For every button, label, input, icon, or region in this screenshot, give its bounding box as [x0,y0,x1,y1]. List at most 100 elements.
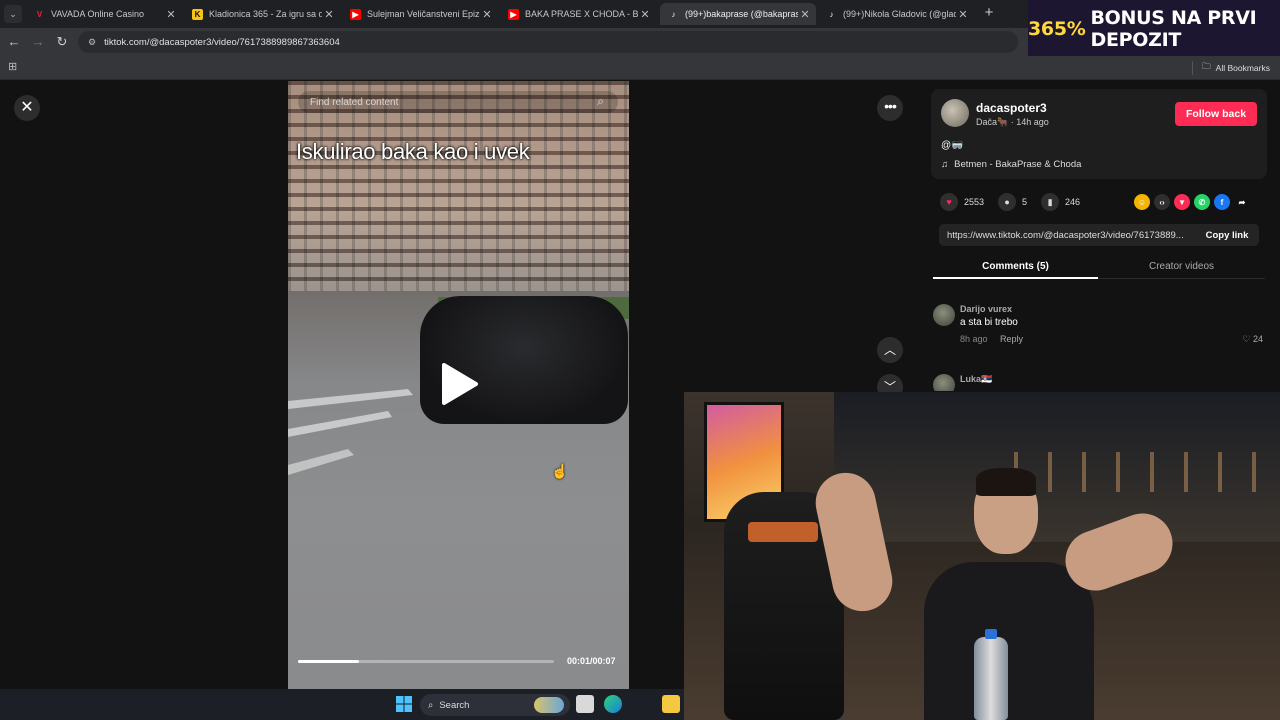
panel-tabs: Comments (5) Creator videos [933,257,1265,279]
search-icon[interactable]: ⌕ [597,94,604,109]
reply-button[interactable]: Reply [1000,334,1023,344]
bookmarks-divider [1192,61,1193,75]
taskbar-search[interactable]: ⌕ Search [420,694,570,716]
back-arrow-icon[interactable]: ← [5,33,23,51]
embed-code-icon[interactable]: ‹› [1154,194,1170,210]
bookmark-icon: ▮ [1041,193,1060,211]
apps-grid-icon[interactable]: ⊞ [8,61,20,73]
avatar[interactable] [933,304,955,326]
browser-tab-bakaprase-tiktok[interactable]: ♪ (99+)bakaprase (@bakaprase) | ✕ [660,3,816,25]
windows-taskbar: ⌕ Search [0,689,684,720]
all-bookmarks-label: All Bookmarks [1215,63,1270,73]
search-icon: ⌕ [428,699,434,711]
streamer-webcam-overlay [684,392,1280,720]
taskbar-search-label: Search [439,699,470,711]
author-username[interactable]: dacaspoter3 [976,101,1047,115]
youtube-icon: ▶ [508,8,519,20]
avatar[interactable] [941,99,969,127]
reload-icon[interactable]: ↻ [53,33,71,51]
close-tab-icon[interactable]: ✕ [956,8,970,21]
send-icon[interactable]: ▼ [1174,194,1190,210]
site-info-icon[interactable]: ⚙ [88,37,96,48]
video-link-box: https://www.tiktok.com/@dacaspoter3/vide… [939,224,1259,246]
tab-title: VAVADA Online Casino [51,9,145,19]
video-caption-overlay: Iskulirao baka kao i uvek [296,139,530,164]
comment-like-button[interactable]: ♡ 24 [1242,334,1263,345]
video-player[interactable]: Find related content ⌕ Iskulirao baka ka… [288,81,629,689]
comment-author[interactable]: Luka🇷🇸 [960,374,992,385]
share-options: ☺ ‹› ▼ ✆ f ➦ [1134,194,1250,210]
music-title: Betmen - BakaPrase & Choda [954,159,1082,170]
description-card: dacaspoter3 Dača🐂 · 14h ago Follow back … [931,89,1267,179]
video-link-url[interactable]: https://www.tiktok.com/@dacaspoter3/vide… [947,230,1195,241]
avatar[interactable] [933,374,955,391]
whatsapp-icon[interactable]: ✆ [1194,194,1210,210]
copy-link-button[interactable]: Copy link [1195,230,1259,241]
bookmarks-bar: ⊞ 🗀 All Bookmarks [0,56,1280,80]
browser-tab-baka-prase[interactable]: ▶ BAKA PRASE X CHODA - BETMEN ✕ [500,3,656,25]
facebook-icon[interactable]: f [1214,194,1230,210]
close-tab-icon[interactable]: ✕ [322,8,336,21]
comment-author[interactable]: Darijo vurex [960,304,1012,314]
windows-start-icon[interactable] [396,696,412,712]
video-details-panel: dacaspoter3 Dača🐂 · 14h ago Follow back … [918,81,1280,391]
comment-item: Luka🇷🇸 [933,374,1263,391]
save-button[interactable]: ▮ 246 [1041,193,1080,211]
browser-tab-gladovic-tiktok[interactable]: ♪ (99+)Nikola Gladovic (@gladov ✕ [818,3,974,25]
like-count: 2553 [964,197,985,207]
coin-icon[interactable]: ☺ [1134,194,1150,210]
find-related-search[interactable]: Find related content ⌕ [298,91,618,113]
video-progress-bar[interactable] [298,660,554,663]
share-arrow-icon[interactable]: ➦ [1234,194,1250,210]
browser-tab-vavada[interactable]: V VAVADA Online Casino ✕ [26,3,182,25]
bonus-ad-banner: 365% BONUS NA PRVI DEPOZIT [1028,0,1280,58]
all-bookmarks-button[interactable]: 🗀 All Bookmarks [1202,61,1270,75]
like-button[interactable]: ♥ 2553 [940,193,984,211]
ad-text: BONUS NA PRVI DEPOZIT [1090,7,1257,51]
comment-time: 8h ago [960,334,988,344]
more-options-button[interactable]: ••• [877,95,903,121]
file-explorer-icon[interactable] [662,695,680,713]
engagement-actions: ♥ 2553 ● 5 ▮ 246 [940,192,1094,212]
task-view-icon[interactable] [576,695,594,713]
close-video-button[interactable]: ✕ [14,95,40,121]
comment-bubble-icon: ● [998,193,1017,211]
webcam-water-bottle [974,629,1008,720]
tab-title: (99+)bakaprase (@bakaprase) | [685,9,798,19]
close-tab-icon[interactable]: ✕ [798,8,812,21]
tab-title: Sulejman Veličanstveni Epizoda [367,9,480,19]
new-tab-icon[interactable]: + [980,4,998,22]
forward-arrow-icon[interactable]: → [29,33,47,51]
comment-text: a sta bi trebo [960,317,1018,328]
find-related-placeholder: Find related content [310,96,399,108]
music-link[interactable]: ♫ Betmen - BakaPrase & Choda [941,159,1081,170]
browser-nav-bar: ← → ↻ ⚙ tiktok.com/@dacaspoter3/video/76… [0,28,1028,56]
heart-outline-icon: ♡ [1242,334,1251,344]
comment-count: 5 [1022,197,1028,207]
browser-tab-kladionica[interactable]: K Kladionica 365 - Za igru sa drug ✕ [184,3,340,25]
tab-creator-videos[interactable]: Creator videos [1099,261,1264,272]
previous-video-button[interactable]: ︿ [877,337,903,363]
search-highlight-icon [534,697,564,713]
heart-icon: ♥ [940,193,958,211]
mouse-cursor-icon: ☝ [551,463,569,479]
tab-search-menu-icon[interactable]: ⌄ [4,5,22,23]
close-tab-icon[interactable]: ✕ [164,8,178,21]
post-description: @🥽 [941,140,964,151]
comment-meta: 8h ago Reply [960,334,1023,344]
play-icon[interactable] [440,361,480,407]
tab-comments[interactable]: Comments (5) [933,261,1098,272]
edge-browser-icon[interactable] [604,695,622,713]
comment-button[interactable]: ● 5 [998,193,1027,211]
folder-icon: 🗀 [1202,61,1211,71]
address-bar[interactable]: ⚙ tiktok.com/@dacaspoter3/video/76173889… [78,31,1018,53]
active-tab-indicator [933,277,1098,279]
follow-back-button[interactable]: Follow back [1175,102,1257,126]
kladionica-icon: K [192,8,203,20]
close-tab-icon[interactable]: ✕ [638,8,652,21]
browser-tab-sulejman[interactable]: ▶ Sulejman Veličanstveni Epizoda ✕ [342,3,498,25]
tiktok-icon: ♪ [829,9,834,19]
close-tab-icon[interactable]: ✕ [480,8,494,21]
vavada-icon: V [36,9,43,19]
video-timecode: 00:01/00:07 [567,656,616,666]
